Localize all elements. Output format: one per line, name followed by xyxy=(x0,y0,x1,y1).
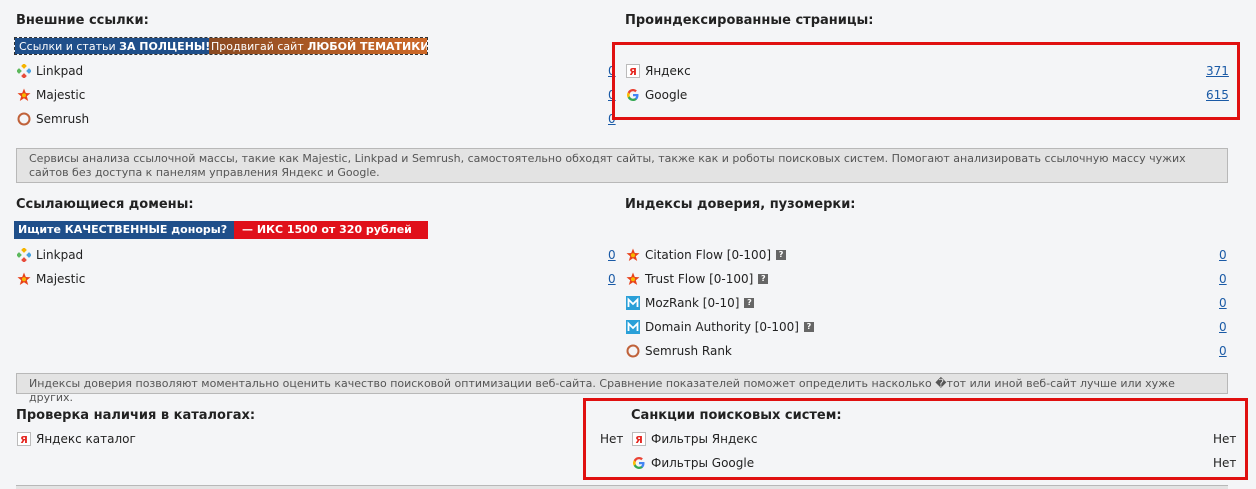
ref-majestic-row: Majestic xyxy=(17,269,85,289)
help-icon[interactable]: ? xyxy=(758,274,769,284)
linkpad-icon xyxy=(17,248,31,262)
ext-majestic-value[interactable]: 0 xyxy=(608,88,616,102)
semrush-icon xyxy=(17,112,31,126)
sanction-google-label: Фильтры Google xyxy=(651,456,755,470)
indexed-yandex-row: Я Яндекс xyxy=(626,61,691,81)
indexed-pages-title: Проиндексированные страницы: xyxy=(625,13,874,28)
trust-trustflow-value[interactable]: 0 xyxy=(1219,272,1227,286)
external-links-title: Внешние ссылки: xyxy=(16,13,149,28)
ext-linkpad-value[interactable]: 0 xyxy=(608,64,616,78)
sanctions-title: Санкции поисковых систем: xyxy=(631,408,842,423)
yandex-icon: Я xyxy=(632,432,646,446)
ext-majestic-label: Majestic xyxy=(36,88,86,102)
majestic-star-icon xyxy=(17,272,31,286)
trust-mozrank-value[interactable]: 0 xyxy=(1219,296,1227,310)
ref-linkpad-label: Linkpad xyxy=(36,248,84,262)
indexed-yandex-value[interactable]: 371 xyxy=(1206,64,1229,78)
ext-majestic-row: Majestic xyxy=(17,85,85,105)
referring-domains-title: Ссылающиеся домены: xyxy=(16,197,194,212)
majestic-star-icon xyxy=(17,88,31,102)
info-link-services: Сервисы анализа ссылочной массы, такие к… xyxy=(16,148,1228,183)
ref-linkpad-row: Linkpad xyxy=(17,245,83,265)
trust-da-value[interactable]: 0 xyxy=(1219,320,1227,334)
ext-semrush-value[interactable]: 0 xyxy=(608,112,616,126)
sanction-yandex-value: Нет xyxy=(1213,432,1237,446)
ref-majestic-value[interactable]: 0 xyxy=(608,272,616,286)
sanction-yandex-row: Я Фильтры Яндекс xyxy=(632,429,757,449)
linkpad-icon xyxy=(17,64,31,78)
moz-icon xyxy=(626,320,640,334)
trust-semrush-row: Semrush Rank xyxy=(626,341,732,361)
help-icon[interactable]: ? xyxy=(744,298,755,308)
catalog-yandex-value: Нет xyxy=(600,432,624,446)
majestic-star-icon xyxy=(626,248,640,262)
sanction-yandex-label: Фильтры Яндекс xyxy=(651,432,758,446)
ext-linkpad-row: Linkpad xyxy=(17,61,83,81)
trust-da-label: Domain Authority [0-100] xyxy=(645,320,799,334)
catalogs-title: Проверка наличия в каталогах: xyxy=(16,408,256,423)
ext-semrush-label: Semrush xyxy=(36,112,90,126)
yandex-icon: Я xyxy=(17,432,31,446)
promo-banner-donors[interactable]: Ищите КАЧЕСТВЕННЫЕ доноры? — ИКС 1500 от… xyxy=(14,221,428,239)
semrush-icon xyxy=(626,344,640,358)
info-trust-indexes: Индексы доверия позволяют моментально оц… xyxy=(16,373,1228,404)
ref-linkpad-value[interactable]: 0 xyxy=(608,248,616,262)
indexed-google-label: Google xyxy=(645,88,688,102)
ref-majestic-label: Majestic xyxy=(36,272,86,286)
indexed-yandex-label: Яндекс xyxy=(645,64,691,78)
catalog-yandex-row: Я Яндекс каталог xyxy=(17,429,136,449)
trust-mozrank-label: MozRank [0-10] xyxy=(645,296,740,310)
indexed-google-value[interactable]: 615 xyxy=(1206,88,1229,102)
majestic-star-icon xyxy=(626,272,640,286)
trust-citation-row: Citation Flow [0-100] ? xyxy=(626,245,787,265)
help-icon[interactable]: ? xyxy=(776,250,787,260)
trust-mozrank-row: MozRank [0-10] ? xyxy=(626,293,755,313)
trust-semrush-label: Semrush Rank xyxy=(645,344,732,358)
help-icon[interactable]: ? xyxy=(803,322,814,332)
svg-text:Я: Я xyxy=(629,67,637,78)
info-box-partial xyxy=(16,485,1228,489)
yandex-icon: Я xyxy=(626,64,640,78)
highlight-indexed-pages xyxy=(612,42,1240,120)
promo-banner-links[interactable]: Ссылки и статьи ЗА ПОЛЦЕНЫ! Продвигай са… xyxy=(14,37,428,55)
moz-icon xyxy=(626,296,640,310)
ext-linkpad-label: Linkpad xyxy=(36,64,84,78)
ext-semrush-row: Semrush xyxy=(17,109,89,129)
indexed-google-row: Google xyxy=(626,85,687,105)
trust-da-row: Domain Authority [0-100] ? xyxy=(626,317,814,337)
trust-citation-label: Citation Flow [0-100] xyxy=(645,248,772,262)
sanction-google-value: Нет xyxy=(1213,456,1237,470)
google-icon xyxy=(632,456,646,470)
trust-citation-value[interactable]: 0 xyxy=(1219,248,1227,262)
svg-text:Я: Я xyxy=(635,435,643,446)
svg-text:Я: Я xyxy=(20,435,28,446)
catalog-yandex-label: Яндекс каталог xyxy=(36,432,136,446)
trust-semrush-value[interactable]: 0 xyxy=(1219,344,1227,358)
sanction-google-row: Фильтры Google xyxy=(632,453,754,473)
trust-indexes-title: Индексы доверия, пузомерки: xyxy=(625,197,856,212)
trust-trustflow-row: Trust Flow [0-100] ? xyxy=(626,269,769,289)
trust-trustflow-label: Trust Flow [0-100] xyxy=(645,272,754,286)
google-icon xyxy=(626,88,640,102)
